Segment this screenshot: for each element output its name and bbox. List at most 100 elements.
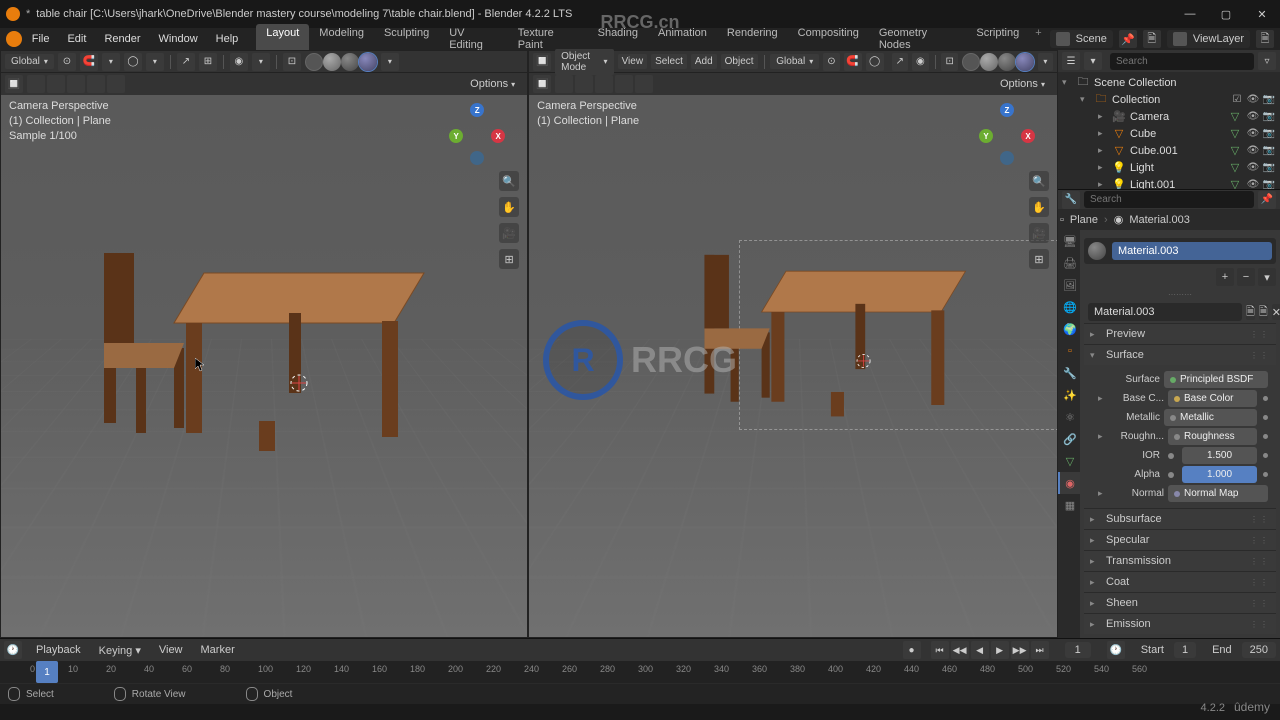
wireframe-shading[interactable] [305, 53, 323, 71]
render-toggle[interactable]: 📷 [1262, 93, 1276, 107]
prop-surface-value[interactable]: Principled BSDF [1164, 371, 1268, 388]
visibility-toggle[interactable]: 👁 [1246, 161, 1260, 175]
zoom-button-r[interactable]: 🔍 [1029, 171, 1049, 191]
perspective-button-r[interactable]: ⊞ [1029, 249, 1049, 269]
scene-pin-button[interactable]: 📌 [1119, 30, 1137, 48]
nav-gizmo-right[interactable]: Z Y X [977, 103, 1037, 163]
node-link-dot[interactable] [1263, 453, 1268, 458]
prop-alpha-value[interactable]: 1.000 [1182, 466, 1257, 483]
menu-help[interactable]: Help [208, 30, 247, 48]
outliner-tree[interactable]: ▾ 🗀 Scene Collection ▾ 🗀 Collection ☑ 👁 … [1058, 72, 1280, 189]
snap-dropdown[interactable]: ▾ [102, 53, 120, 71]
overlay-toggle-r[interactable]: ◉ [912, 53, 929, 71]
render-toggle[interactable]: 📷 [1262, 127, 1276, 141]
tool-rotate[interactable] [87, 75, 105, 93]
tl-playback[interactable]: Playback [32, 642, 85, 658]
autokey-button[interactable]: ● [903, 641, 921, 659]
editor-type-button-r[interactable]: 🔲 [533, 53, 551, 71]
pivot-button-r[interactable]: ⊙ [823, 53, 839, 71]
ptab-object[interactable]: ▫ [1058, 340, 1080, 362]
properties-content[interactable]: + − ▾ ⋯⋯⋯ 🗎 🗎 ✕ ▾ ▸ Preview [1080, 230, 1280, 638]
prop-ior-value[interactable]: 1.500 [1182, 447, 1257, 464]
jump-start-button[interactable]: ⏮ [931, 641, 949, 659]
ptab-data[interactable]: ▽ [1058, 450, 1080, 472]
overlay-toggle[interactable]: ◉ [230, 53, 248, 71]
bc-material[interactable]: Material.003 [1129, 214, 1190, 226]
ptab-texture[interactable]: ▦ [1058, 494, 1080, 516]
tool-cursor-r[interactable] [555, 75, 573, 93]
ptab-viewlayer[interactable]: 🖼 [1058, 274, 1080, 296]
viewlayer-selector[interactable]: ViewLayer [1167, 30, 1250, 48]
ptab-world[interactable]: 🌍 [1058, 318, 1080, 340]
render-toggle[interactable]: 📷 [1262, 161, 1276, 175]
exclude-toggle[interactable]: ☑ [1230, 93, 1244, 107]
start-frame-input[interactable]: 1 [1174, 642, 1196, 658]
axis-x-icon-r[interactable]: X [1021, 129, 1035, 143]
minimize-button[interactable]: — [1178, 5, 1202, 23]
outliner-type-button[interactable]: ☰ [1062, 52, 1080, 70]
snap-button[interactable]: 🧲 [80, 53, 98, 71]
rendered-shading-r[interactable] [1016, 53, 1034, 71]
nav-gizmo-left[interactable]: Z Y X [447, 103, 507, 163]
axis-y-icon[interactable]: Y [449, 129, 463, 143]
wireframe-shading-r[interactable] [962, 53, 980, 71]
overlay-dropdown[interactable]: ▾ [252, 53, 270, 71]
menu-window[interactable]: Window [151, 30, 206, 48]
tree-row-scene[interactable]: ▾ 🗀 Scene Collection [1058, 74, 1280, 91]
tl-keying[interactable]: Keying ▾ [95, 642, 145, 659]
panel-preview-header[interactable]: ▸ Preview ⋮⋮ [1084, 324, 1276, 344]
ptab-scene[interactable]: 🌐 [1058, 296, 1080, 318]
close-button[interactable]: ✕ [1250, 5, 1274, 23]
tool-cursor[interactable] [27, 75, 45, 93]
material-slot-name[interactable] [1112, 242, 1272, 260]
play-reverse-button[interactable]: ◀ [971, 641, 989, 659]
perspective-button[interactable]: ⊞ [499, 249, 519, 269]
axis-z-icon[interactable]: Z [470, 103, 484, 117]
tree-row-light-001[interactable]: ▸ 💡 Light.001 ▽ 👁 📷 [1058, 176, 1280, 189]
axis-neg-icon-r[interactable] [1000, 151, 1014, 165]
tool-select[interactable] [47, 75, 65, 93]
properties-search-input[interactable] [1084, 191, 1254, 208]
mat-unlink-button[interactable]: ✕ [1272, 304, 1280, 320]
proportional-button[interactable]: ◯ [124, 53, 142, 71]
snap-button-r[interactable]: 🧲 [844, 53, 862, 71]
props-pin-button[interactable]: 📌 [1258, 191, 1276, 209]
mode-dropdown[interactable]: Object Mode▾ [555, 49, 613, 75]
tool-scale[interactable] [107, 75, 125, 93]
mat-remove-button[interactable]: − [1237, 268, 1255, 286]
timeline-ruler[interactable]: 1 01020406080100120140160180200220240260… [0, 661, 1280, 683]
ptab-physics[interactable]: ⚛ [1058, 406, 1080, 428]
play-button[interactable]: ▶ [991, 641, 1009, 659]
axis-x-icon[interactable]: X [491, 129, 505, 143]
tool-scale-r[interactable] [635, 75, 653, 93]
axis-y-icon-r[interactable]: Y [979, 129, 993, 143]
panel-transmission-header[interactable]: ▸Transmission⋮⋮ [1084, 551, 1276, 571]
pivot-button[interactable]: ⊙ [58, 53, 76, 71]
orientation-dropdown-r[interactable]: Global▾ [770, 54, 819, 69]
node-link-dot[interactable] [1263, 472, 1268, 477]
tool-rotate-r[interactable] [615, 75, 633, 93]
bc-object[interactable]: Plane [1070, 214, 1098, 226]
visibility-toggle[interactable]: 👁 [1246, 144, 1260, 158]
tl-view[interactable]: View [155, 642, 187, 658]
proportional-dropdown[interactable]: ▾ [146, 53, 164, 71]
next-key-button[interactable]: ▶▶ [1011, 641, 1029, 659]
panel-specular-header[interactable]: ▸Specular⋮⋮ [1084, 530, 1276, 550]
maximize-button[interactable]: ▢ [1214, 5, 1238, 23]
orientation-dropdown[interactable]: Global▾ [5, 54, 54, 69]
gizmo-dropdown[interactable]: ⊞ [199, 53, 217, 71]
material-shading[interactable] [341, 53, 359, 71]
node-link-dot[interactable] [1263, 434, 1268, 439]
tree-row-collection[interactable]: ▾ 🗀 Collection ☑ 👁 📷 [1058, 91, 1280, 108]
menu-object[interactable]: Object [721, 54, 758, 69]
tool-move[interactable] [67, 75, 85, 93]
menu-file[interactable]: File [24, 30, 58, 48]
mat-new-button[interactable]: 🗎 [1259, 304, 1268, 320]
options-button-left[interactable]: Options ▾ [462, 76, 523, 92]
panel-coat-header[interactable]: ▸Coat⋮⋮ [1084, 572, 1276, 592]
mat-add-button[interactable]: + [1216, 268, 1234, 286]
ptab-modifiers[interactable]: 🔧 [1058, 362, 1080, 384]
prop-metallic-value[interactable]: Metallic [1164, 409, 1257, 426]
visibility-toggle[interactable]: 👁 [1246, 110, 1260, 124]
render-toggle[interactable]: 📷 [1262, 110, 1276, 124]
